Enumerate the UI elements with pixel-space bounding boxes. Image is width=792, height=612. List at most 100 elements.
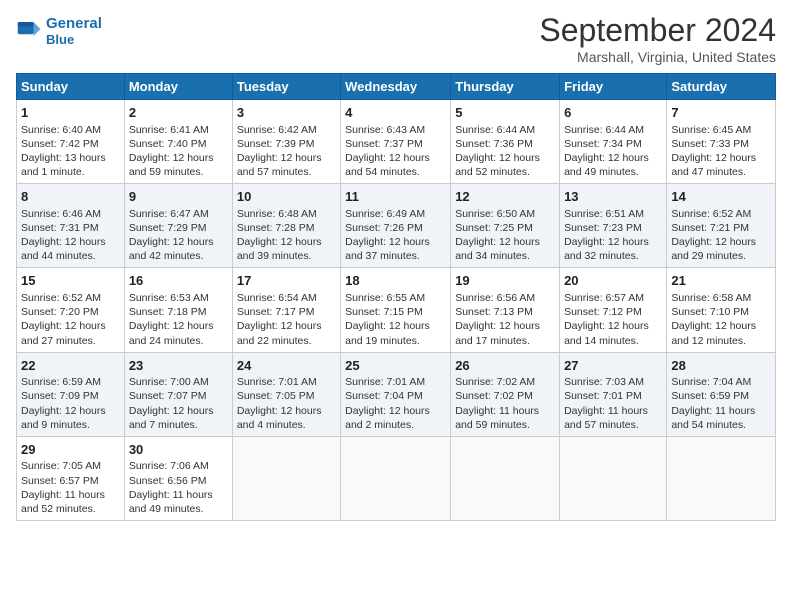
weekday-header-friday: Friday	[560, 74, 667, 100]
day-info: Sunrise: 7:04 AMSunset: 6:59 PMDaylight:…	[671, 375, 771, 432]
day-info: Sunrise: 6:55 AMSunset: 7:15 PMDaylight:…	[345, 291, 446, 348]
calendar-cell: 25Sunrise: 7:01 AMSunset: 7:04 PMDayligh…	[341, 352, 451, 436]
day-info: Sunrise: 6:58 AMSunset: 7:10 PMDaylight:…	[671, 291, 771, 348]
day-info: Sunrise: 6:42 AMSunset: 7:39 PMDaylight:…	[237, 123, 336, 180]
calendar-cell: 14Sunrise: 6:52 AMSunset: 7:21 PMDayligh…	[667, 184, 776, 268]
day-number: 19	[455, 272, 555, 290]
calendar-cell: 6Sunrise: 6:44 AMSunset: 7:34 PMDaylight…	[560, 100, 667, 184]
day-number: 28	[671, 357, 771, 375]
month-title: September 2024	[539, 12, 776, 49]
weekday-header-monday: Monday	[124, 74, 232, 100]
weekday-header-thursday: Thursday	[451, 74, 560, 100]
day-number: 14	[671, 188, 771, 206]
day-info: Sunrise: 6:51 AMSunset: 7:23 PMDaylight:…	[564, 207, 662, 264]
day-info: Sunrise: 6:48 AMSunset: 7:28 PMDaylight:…	[237, 207, 336, 264]
day-info: Sunrise: 7:01 AMSunset: 7:05 PMDaylight:…	[237, 375, 336, 432]
calendar-cell: 8Sunrise: 6:46 AMSunset: 7:31 PMDaylight…	[17, 184, 125, 268]
day-info: Sunrise: 6:44 AMSunset: 7:36 PMDaylight:…	[455, 123, 555, 180]
day-number: 11	[345, 188, 446, 206]
calendar-cell: 21Sunrise: 6:58 AMSunset: 7:10 PMDayligh…	[667, 268, 776, 352]
calendar-week-5: 29Sunrise: 7:05 AMSunset: 6:57 PMDayligh…	[17, 436, 776, 520]
day-number: 24	[237, 357, 336, 375]
calendar-cell: 4Sunrise: 6:43 AMSunset: 7:37 PMDaylight…	[341, 100, 451, 184]
day-number: 6	[564, 104, 662, 122]
day-info: Sunrise: 6:57 AMSunset: 7:12 PMDaylight:…	[564, 291, 662, 348]
logo-icon	[16, 15, 44, 43]
logo-text: General Blue	[46, 16, 102, 47]
day-number: 15	[21, 272, 120, 290]
day-number: 1	[21, 104, 120, 122]
location: Marshall, Virginia, United States	[539, 49, 776, 65]
day-info: Sunrise: 7:05 AMSunset: 6:57 PMDaylight:…	[21, 459, 120, 516]
day-number: 30	[129, 441, 228, 459]
calendar-cell: 2Sunrise: 6:41 AMSunset: 7:40 PMDaylight…	[124, 100, 232, 184]
calendar-cell: 22Sunrise: 6:59 AMSunset: 7:09 PMDayligh…	[17, 352, 125, 436]
day-number: 4	[345, 104, 446, 122]
day-info: Sunrise: 7:00 AMSunset: 7:07 PMDaylight:…	[129, 375, 228, 432]
calendar-week-2: 8Sunrise: 6:46 AMSunset: 7:31 PMDaylight…	[17, 184, 776, 268]
day-info: Sunrise: 6:59 AMSunset: 7:09 PMDaylight:…	[21, 375, 120, 432]
calendar-cell: 20Sunrise: 6:57 AMSunset: 7:12 PMDayligh…	[560, 268, 667, 352]
calendar-week-4: 22Sunrise: 6:59 AMSunset: 7:09 PMDayligh…	[17, 352, 776, 436]
calendar-cell: 24Sunrise: 7:01 AMSunset: 7:05 PMDayligh…	[232, 352, 340, 436]
day-number: 16	[129, 272, 228, 290]
day-info: Sunrise: 6:54 AMSunset: 7:17 PMDaylight:…	[237, 291, 336, 348]
day-number: 21	[671, 272, 771, 290]
calendar-cell: 13Sunrise: 6:51 AMSunset: 7:23 PMDayligh…	[560, 184, 667, 268]
day-number: 9	[129, 188, 228, 206]
day-number: 25	[345, 357, 446, 375]
logo: General Blue	[16, 16, 102, 47]
day-info: Sunrise: 6:41 AMSunset: 7:40 PMDaylight:…	[129, 123, 228, 180]
page: General Blue September 2024 Marshall, Vi…	[0, 0, 792, 612]
calendar-cell	[232, 436, 340, 520]
day-info: Sunrise: 6:56 AMSunset: 7:13 PMDaylight:…	[455, 291, 555, 348]
day-info: Sunrise: 6:45 AMSunset: 7:33 PMDaylight:…	[671, 123, 771, 180]
calendar-cell: 15Sunrise: 6:52 AMSunset: 7:20 PMDayligh…	[17, 268, 125, 352]
day-number: 23	[129, 357, 228, 375]
calendar-week-3: 15Sunrise: 6:52 AMSunset: 7:20 PMDayligh…	[17, 268, 776, 352]
day-number: 5	[455, 104, 555, 122]
calendar-cell: 7Sunrise: 6:45 AMSunset: 7:33 PMDaylight…	[667, 100, 776, 184]
day-info: Sunrise: 7:02 AMSunset: 7:02 PMDaylight:…	[455, 375, 555, 432]
weekday-header-sunday: Sunday	[17, 74, 125, 100]
day-info: Sunrise: 6:50 AMSunset: 7:25 PMDaylight:…	[455, 207, 555, 264]
day-number: 22	[21, 357, 120, 375]
calendar-cell: 12Sunrise: 6:50 AMSunset: 7:25 PMDayligh…	[451, 184, 560, 268]
calendar-cell: 9Sunrise: 6:47 AMSunset: 7:29 PMDaylight…	[124, 184, 232, 268]
calendar-cell: 19Sunrise: 6:56 AMSunset: 7:13 PMDayligh…	[451, 268, 560, 352]
day-info: Sunrise: 7:01 AMSunset: 7:04 PMDaylight:…	[345, 375, 446, 432]
calendar-cell: 11Sunrise: 6:49 AMSunset: 7:26 PMDayligh…	[341, 184, 451, 268]
day-number: 7	[671, 104, 771, 122]
day-info: Sunrise: 6:43 AMSunset: 7:37 PMDaylight:…	[345, 123, 446, 180]
calendar-cell: 3Sunrise: 6:42 AMSunset: 7:39 PMDaylight…	[232, 100, 340, 184]
calendar-cell: 27Sunrise: 7:03 AMSunset: 7:01 PMDayligh…	[560, 352, 667, 436]
day-number: 26	[455, 357, 555, 375]
day-number: 18	[345, 272, 446, 290]
calendar-cell: 18Sunrise: 6:55 AMSunset: 7:15 PMDayligh…	[341, 268, 451, 352]
calendar-cell: 26Sunrise: 7:02 AMSunset: 7:02 PMDayligh…	[451, 352, 560, 436]
day-info: Sunrise: 6:52 AMSunset: 7:21 PMDaylight:…	[671, 207, 771, 264]
day-info: Sunrise: 6:44 AMSunset: 7:34 PMDaylight:…	[564, 123, 662, 180]
day-info: Sunrise: 6:47 AMSunset: 7:29 PMDaylight:…	[129, 207, 228, 264]
day-info: Sunrise: 6:53 AMSunset: 7:18 PMDaylight:…	[129, 291, 228, 348]
calendar-cell: 1Sunrise: 6:40 AMSunset: 7:42 PMDaylight…	[17, 100, 125, 184]
day-number: 20	[564, 272, 662, 290]
day-number: 17	[237, 272, 336, 290]
header: General Blue September 2024 Marshall, Vi…	[16, 12, 776, 65]
calendar-cell: 10Sunrise: 6:48 AMSunset: 7:28 PMDayligh…	[232, 184, 340, 268]
day-info: Sunrise: 7:06 AMSunset: 6:56 PMDaylight:…	[129, 459, 228, 516]
weekday-header-saturday: Saturday	[667, 74, 776, 100]
day-number: 3	[237, 104, 336, 122]
day-number: 8	[21, 188, 120, 206]
day-info: Sunrise: 6:46 AMSunset: 7:31 PMDaylight:…	[21, 207, 120, 264]
calendar-cell: 29Sunrise: 7:05 AMSunset: 6:57 PMDayligh…	[17, 436, 125, 520]
calendar-cell	[341, 436, 451, 520]
day-number: 29	[21, 441, 120, 459]
day-info: Sunrise: 6:49 AMSunset: 7:26 PMDaylight:…	[345, 207, 446, 264]
day-number: 2	[129, 104, 228, 122]
weekday-header-tuesday: Tuesday	[232, 74, 340, 100]
day-number: 10	[237, 188, 336, 206]
calendar-cell	[667, 436, 776, 520]
calendar-cell	[451, 436, 560, 520]
calendar-cell	[560, 436, 667, 520]
